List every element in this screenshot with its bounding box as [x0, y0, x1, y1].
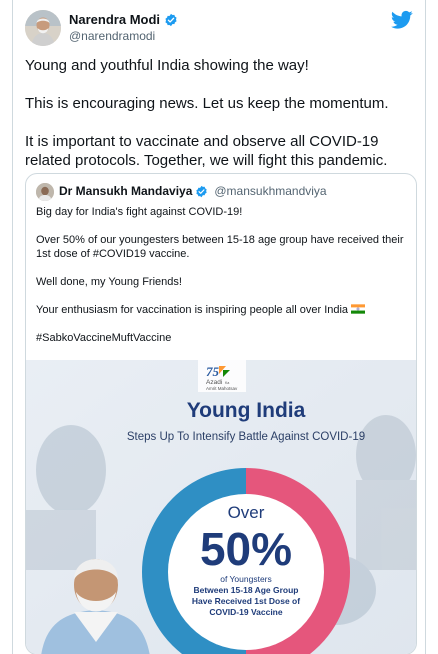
author-name[interactable]: Narendra Modi [69, 12, 160, 27]
verified-badge-icon [165, 13, 177, 26]
twitter-bird-icon[interactable] [391, 10, 413, 30]
poster-caption-2: Between 15-18 Age Group [193, 585, 298, 595]
verified-badge-icon [196, 185, 208, 197]
poster-title: Young India [187, 399, 306, 422]
poster-over: Over [228, 503, 265, 522]
logo-number: 75 [206, 364, 220, 379]
quoted-paragraph: Your enthusiasm for vaccination is inspi… [36, 303, 408, 317]
tweet-paragraph: Young and youthful India showing the way… [25, 57, 309, 74]
quoted-paragraph: Well done, my Young Friends! [36, 276, 182, 288]
quoted-media-image[interactable]: 75 Azadi Ka Amrit Mahotsav Young India S… [26, 360, 416, 654]
quoted-author-name[interactable]: Dr Mansukh Mandaviya [59, 184, 192, 198]
hashtag-link[interactable]: #SabkoVaccineMuftVaccine [36, 331, 408, 345]
quoted-paragraph: Big day for India's fight against COVID-… [36, 206, 243, 218]
logo-ka: Ka [225, 381, 229, 385]
quoted-tweet[interactable]: Dr Mansukh Mandaviya @mansukhmandviya Bi… [25, 173, 417, 654]
india-flag-icon [351, 304, 366, 314]
author-avatar[interactable] [25, 10, 61, 46]
poster-caption-3: Have Received 1st Dose of [192, 596, 300, 606]
poster-percent: 50% [200, 523, 292, 575]
quoted-author-avatar[interactable] [36, 183, 54, 201]
tweet-text: Young and youthful India showing the way… [25, 56, 417, 189]
poster-caption-4: COVID-19 Vaccine [209, 607, 283, 617]
azadi-logo: 75 Azadi Ka Amrit Mahotsav [198, 360, 246, 392]
tweet-card[interactable]: Narendra Modi @narendramodi Young and yo… [12, 0, 426, 654]
poster-caption-1: of Youngsters [220, 574, 272, 584]
tweet-paragraph: It is important to vaccinate and observe… [25, 133, 388, 169]
poster-subtitle: Steps Up To Intensify Battle Against COV… [127, 431, 365, 443]
tweet-paragraph: This is encouraging news. Let us keep th… [25, 95, 389, 112]
quoted-text: Big day for India's fight against COVID-… [36, 205, 408, 359]
author-handle[interactable]: @narendramodi [69, 29, 155, 43]
quoted-paragraph-text: Your enthusiasm for vaccination is inspi… [36, 304, 349, 316]
quoted-paragraph: Over 50% of our youngesters between 15-1… [36, 234, 404, 260]
logo-line1: Azadi [206, 379, 222, 386]
poster-graphic: 75 Azadi Ka Amrit Mahotsav Young India S… [26, 360, 416, 654]
logo-line2: Amrit Mahotsav [206, 386, 238, 391]
quoted-author-handle[interactable]: @mansukhmandviya [214, 184, 326, 198]
